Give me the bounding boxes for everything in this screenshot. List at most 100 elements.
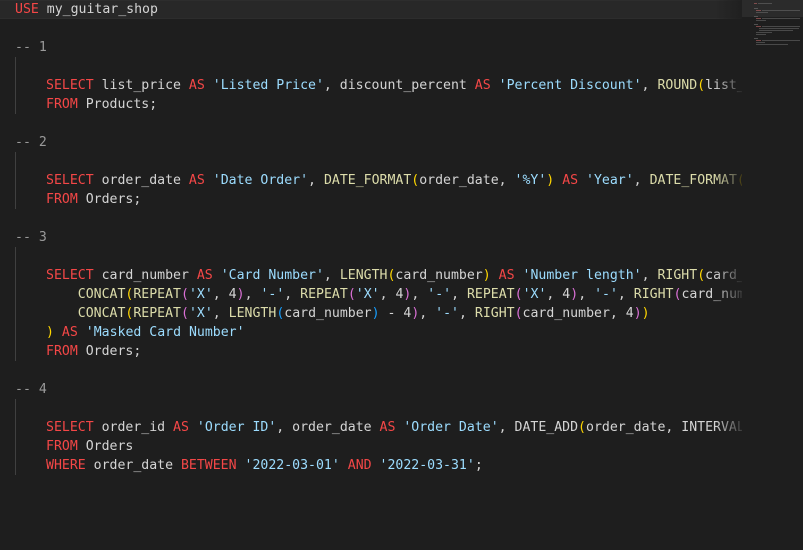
- code-line[interactable]: FROM Orders;: [46, 342, 141, 361]
- code-text: list_price: [93, 78, 189, 93]
- code-text: , 4: [212, 287, 237, 302]
- minimap-line: [762, 40, 800, 41]
- bracket: (: [697, 78, 706, 93]
- bracket: (: [697, 268, 706, 283]
- code-line[interactable]: SELECT card_number AS 'Card Number', LEN…: [46, 266, 803, 285]
- code-text: ,: [578, 287, 595, 302]
- string-literal: 'Listed Price': [212, 78, 324, 93]
- string-literal: 'X': [355, 287, 380, 302]
- minimap-line: [754, 38, 758, 39]
- code-line[interactable]: CONCAT(REPEAT('X', LENGTH(card_number) -…: [46, 304, 650, 323]
- code-text: , order_date: [276, 420, 380, 435]
- sql-keyword: AS: [188, 173, 205, 188]
- code-editor[interactable]: USE my_guitar_shop -- 1 SELECT list_pric…: [0, 0, 803, 550]
- code-text: card_number: [284, 306, 372, 321]
- code-text: , 4: [379, 287, 404, 302]
- bracket: ): [641, 306, 650, 321]
- code-line[interactable]: FROM Products;: [46, 95, 157, 114]
- minimap-line: [762, 26, 800, 27]
- function-name: CONCAT: [77, 306, 126, 321]
- code-text: order_date,: [419, 173, 515, 188]
- sql-keyword: WHERE: [46, 458, 86, 473]
- string-literal: 'Date Order': [212, 173, 309, 188]
- string-literal: 'Number length': [522, 268, 642, 283]
- sql-keyword: AS: [61, 325, 78, 340]
- code-line-use[interactable]: USE my_guitar_shop: [15, 0, 158, 19]
- indent-guide: [15, 57, 16, 114]
- minimap-line: [758, 3, 772, 4]
- minimap[interactable]: [742, 0, 803, 550]
- code-text: Orders;: [77, 344, 142, 359]
- function-name: RIGHT: [474, 306, 515, 321]
- database-name: my_guitar_shop: [38, 2, 158, 17]
- comment-line[interactable]: -- 3: [15, 228, 47, 247]
- code-text: ,: [641, 268, 658, 283]
- minimap-line: [754, 24, 758, 25]
- code-text: - 4: [379, 306, 412, 321]
- function-name: REPEAT: [133, 306, 181, 321]
- code-line[interactable]: FROM Orders;: [46, 190, 141, 209]
- string-literal: '%Y': [514, 173, 547, 188]
- minimap-line: [756, 10, 761, 11]
- string-literal: 'X': [188, 287, 213, 302]
- minimap-line: [756, 18, 761, 19]
- code-line[interactable]: SELECT order_id AS 'Order ID', order_dat…: [46, 418, 803, 437]
- function-name: DATE_FORMAT: [649, 173, 737, 188]
- sql-keyword: AS: [562, 173, 579, 188]
- sql-keyword: FROM: [46, 97, 78, 112]
- minimap-slider[interactable]: [742, 0, 803, 17]
- code-line[interactable]: SELECT list_price AS 'Listed Price', dis…: [46, 76, 803, 95]
- code-text: ,: [641, 78, 658, 93]
- string-literal: 'Order ID': [196, 420, 277, 435]
- string-literal: 'Card Number': [220, 268, 324, 283]
- indent-guide: [15, 152, 16, 209]
- code-text: card_number: [395, 268, 483, 283]
- sql-keyword: SELECT: [46, 78, 94, 93]
- minimap-line: [756, 12, 768, 13]
- code-line[interactable]: SELECT order_date AS 'Date Order', DATE_…: [46, 171, 803, 190]
- code-text: ;: [474, 458, 483, 473]
- minimap-line: [754, 8, 758, 9]
- comment-line[interactable]: -- 1: [15, 38, 47, 57]
- string-literal: 'X': [188, 306, 213, 321]
- bracket: ): [371, 306, 380, 321]
- comment-line[interactable]: -- 2: [15, 133, 47, 152]
- sql-keyword: FROM: [46, 192, 78, 207]
- string-literal: 'Order Date': [403, 420, 499, 435]
- code-text: Orders: [77, 439, 134, 454]
- bracket: (: [181, 287, 189, 302]
- sql-keyword: AND: [347, 458, 372, 473]
- string-literal: '-': [427, 287, 452, 302]
- minimap-line: [756, 42, 765, 43]
- function-name: DATE_FORMAT: [323, 173, 412, 188]
- minimap-line: [756, 20, 766, 21]
- sql-keyword: AS: [196, 268, 213, 283]
- minimap-line: [756, 32, 772, 33]
- sql-keyword: AS: [173, 420, 189, 435]
- code-line[interactable]: CONCAT(REPEAT('X', 4), '-', REPEAT('X', …: [46, 285, 803, 304]
- code-text: , DATE_ADD: [498, 420, 579, 435]
- function-name: REPEAT: [300, 287, 348, 302]
- sql-keyword: AS: [379, 420, 396, 435]
- code-line[interactable]: ) AS 'Masked Card Number': [46, 323, 245, 342]
- comment-line[interactable]: -- 4: [15, 380, 47, 399]
- code-text: ,: [308, 173, 324, 188]
- sql-keyword: FROM: [46, 344, 78, 359]
- code-line[interactable]: FROM Orders: [46, 437, 133, 456]
- minimap-line: [759, 30, 793, 31]
- minimap-line: [756, 40, 761, 41]
- function-name: LENGTH: [228, 306, 277, 321]
- sql-keyword: BETWEEN: [180, 458, 237, 473]
- minimap-line: [762, 10, 800, 11]
- bracket: (: [578, 420, 586, 435]
- code-line[interactable]: WHERE order_date BETWEEN '2022-03-01' AN…: [46, 456, 483, 475]
- code-text: Orders;: [77, 192, 142, 207]
